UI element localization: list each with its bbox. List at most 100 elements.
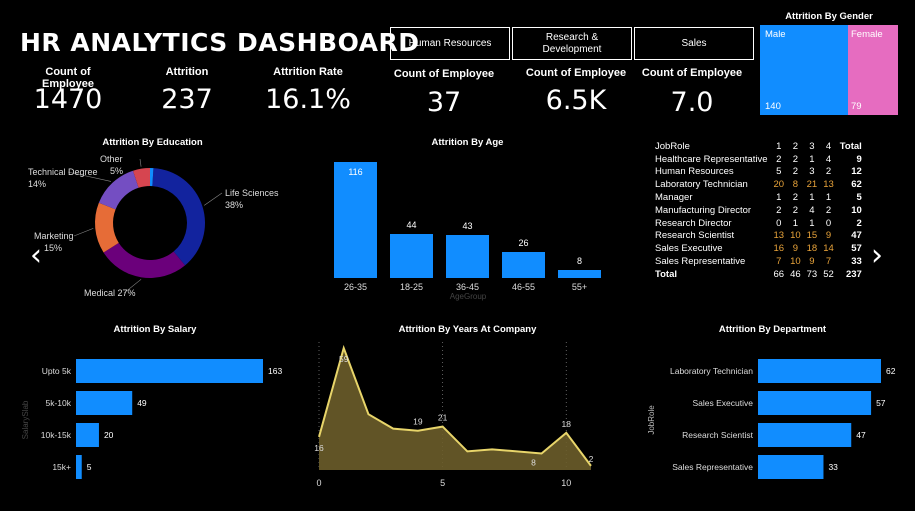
education-percent-0: 38% xyxy=(225,200,243,210)
dept-kpi-3-label: Count of Employee xyxy=(641,67,743,79)
cell-value: 0 xyxy=(776,217,782,229)
col-header-4: 4 xyxy=(825,140,832,152)
age-bar-26-35 xyxy=(334,162,377,278)
row-label: Research Scientist xyxy=(655,230,735,242)
previous-page-arrow-icon[interactable]: ‹ xyxy=(30,238,42,273)
education-percent-2: 15% xyxy=(44,243,62,253)
dept-kpi-2-value: 6.5K xyxy=(545,85,607,116)
salary-svg-category-label-3: 15k+ xyxy=(52,462,71,472)
dept-svg-category-label-2: Research Scientist xyxy=(682,430,754,440)
salary-svg-value-label-3: 5 xyxy=(87,462,92,472)
cell-value: 10 xyxy=(790,256,801,268)
kpi-attrition-rate-value: 16.1% xyxy=(265,84,351,115)
cell-value: 2 xyxy=(792,204,798,216)
cell-value: 2 xyxy=(825,166,832,178)
dept-kpi-1-value: 37 xyxy=(426,87,462,118)
cell-value: 1 xyxy=(776,192,782,204)
dept-svg-value-label-1: 57 xyxy=(876,398,886,408)
years-chart-title: Attrition By Years At Company xyxy=(398,324,537,335)
next-page-arrow-icon[interactable]: › xyxy=(871,238,883,273)
row-label: Total xyxy=(655,268,677,280)
salary-svg-category-label-1: 5k-10k xyxy=(45,398,71,408)
jobrole-matrix-table: JobRole 1 2 3 4 Total Healthcare Represe… xyxy=(652,140,865,281)
col-header-3: 3 xyxy=(809,140,815,152)
salary-chart-title: Attrition By Salary xyxy=(113,324,197,335)
education-slice-1 xyxy=(103,242,186,278)
dashboard-title: HR ANALYTICS DASHBOARD xyxy=(20,28,420,57)
cell-value: 14 xyxy=(823,243,834,255)
dept-svg-bar-0 xyxy=(758,359,881,383)
treemap-male-tile[interactable]: Male 140 xyxy=(760,25,848,115)
cell-value: 7 xyxy=(776,256,782,268)
salary-svg-bar-2 xyxy=(76,423,99,447)
cell-value: 10 xyxy=(790,230,801,242)
age-tick-label-4: 55+ xyxy=(572,282,587,292)
cell-value: 66 xyxy=(773,268,785,280)
cell-value: 1 xyxy=(809,217,815,229)
cell-value: 2 xyxy=(776,153,782,165)
cell-value: 9 xyxy=(792,243,798,255)
education-donut-chart: Life Sciences38%Medical 27%Marketing15%T… xyxy=(28,154,279,298)
gender-chart-title: Attrition By Gender xyxy=(785,11,873,22)
cell-value: 9 xyxy=(809,256,815,268)
education-slice-0 xyxy=(152,168,205,266)
dept-kpi-1-label: Count of Employee xyxy=(393,68,495,80)
cell-value: 1 xyxy=(809,192,815,204)
table-row: Manufacturing Director 2 2 4 2 10 xyxy=(652,204,865,217)
cell-value: 20 xyxy=(773,179,785,191)
dept-svg-category-label-0: Laboratory Technician xyxy=(670,366,753,376)
education-label-1: Medical 27% xyxy=(84,288,136,298)
salary-svg-bar-0 xyxy=(76,359,263,383)
slicer-research-development[interactable]: Research & Development xyxy=(512,27,632,60)
salary-svg-y-axis-title: SalarySlab xyxy=(21,400,30,439)
salary-bar-chart: Upto 5k 163 5k-10k 49 10k-15k 20 15k+ 5 SalarySl… xyxy=(21,359,282,479)
age-bar-value-1: 44 xyxy=(406,220,416,230)
age-bar-46-55 xyxy=(502,252,545,278)
kpi-attrition-value: 237 xyxy=(161,84,213,115)
age-bar-55+ xyxy=(558,270,601,278)
years-point-label-4: 19 xyxy=(413,417,423,427)
dept-svg-category-label-1: Sales Executive xyxy=(693,398,754,408)
table-row: Human Resources 5 2 3 2 12 xyxy=(652,166,865,179)
cell-value: 15 xyxy=(806,230,818,242)
cell-value: 9 xyxy=(825,230,832,242)
salary-svg-value-label-1: 49 xyxy=(137,398,147,408)
row-label: Research Director xyxy=(655,217,732,229)
years-tick-label-1: 5 xyxy=(440,478,445,488)
cell-value: 13 xyxy=(773,230,785,242)
education-leader-line-2 xyxy=(73,228,94,237)
cell-value: 62 xyxy=(851,179,862,191)
cell-value: 52 xyxy=(823,268,834,280)
table-row: Laboratory Technician 20 8 21 13 62 xyxy=(652,178,865,191)
cell-value: 7 xyxy=(825,256,832,268)
salary-svg-value-label-0: 163 xyxy=(268,366,282,376)
dept-svg-value-label-0: 62 xyxy=(886,366,896,376)
col-header-jobrole: JobRole xyxy=(655,140,690,152)
treemap-female-tile[interactable]: Female 79 xyxy=(848,25,898,115)
table-row: Sales Executive 16 9 18 14 57 xyxy=(652,242,865,255)
cell-value: 47 xyxy=(851,230,862,242)
slicer-human-resources[interactable]: Human Resources xyxy=(390,27,510,60)
age-tick-label-0: 26-35 xyxy=(344,282,367,292)
table-row: Manager 1 2 1 1 5 xyxy=(652,191,865,204)
age-bar-36-45 xyxy=(446,235,489,278)
cell-value: 3 xyxy=(809,166,815,178)
cell-value: 46 xyxy=(790,268,801,280)
table-row: Research Scientist 13 10 15 9 47 xyxy=(652,230,865,243)
treemap-male-value: 140 xyxy=(765,101,781,112)
dept-svg-value-label-3: 33 xyxy=(828,462,838,472)
row-label: Sales Representative xyxy=(655,256,746,268)
cell-value: 2 xyxy=(856,217,862,229)
age-bar-18-25 xyxy=(390,234,433,278)
row-label: Manager xyxy=(655,192,693,204)
cell-value: 2 xyxy=(825,204,832,216)
cell-value: 33 xyxy=(851,256,862,268)
cell-value: 4 xyxy=(825,153,832,165)
age-tick-label-2: 36-45 xyxy=(456,282,479,292)
kpi-attrition-label: Attrition xyxy=(165,66,209,78)
cell-value: 2 xyxy=(792,166,798,178)
slicer-sales[interactable]: Sales xyxy=(634,27,754,60)
years-point-label-1: 59 xyxy=(339,354,349,364)
col-header-1: 1 xyxy=(776,140,782,152)
table-row: Sales Representative 7 10 9 7 33 xyxy=(652,255,865,268)
